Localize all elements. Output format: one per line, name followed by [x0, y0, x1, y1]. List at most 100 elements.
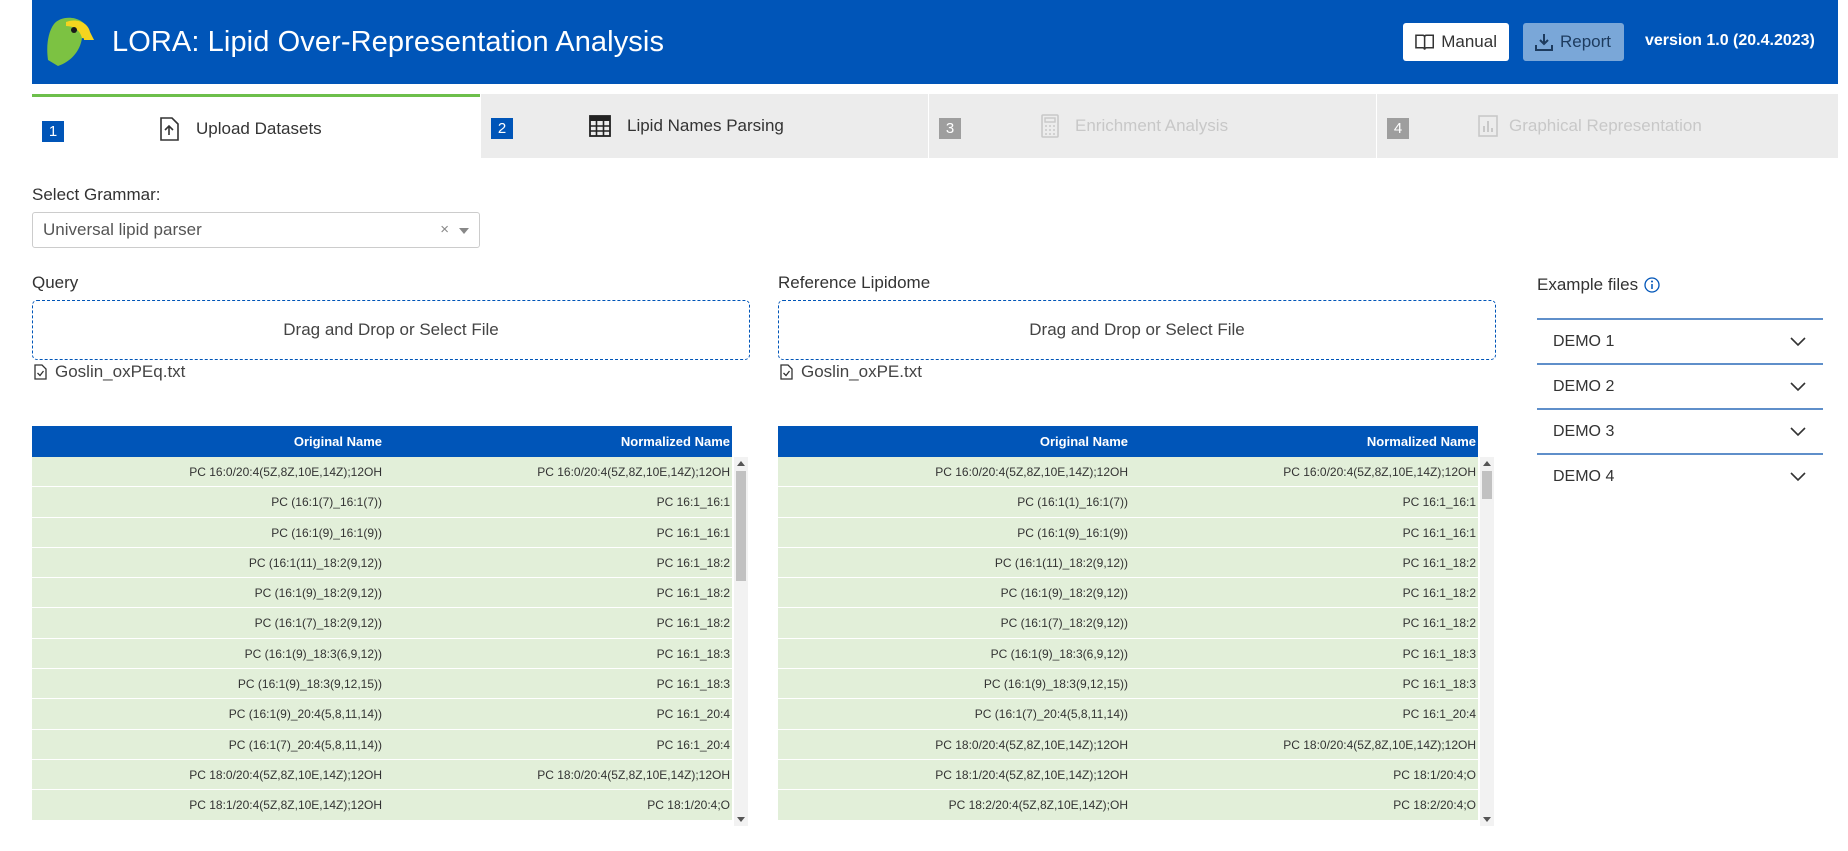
- report-button[interactable]: Report: [1523, 23, 1624, 61]
- accordion-item-demo-1[interactable]: DEMO 1: [1537, 318, 1823, 363]
- normalized-name-cell: PC 16:1_18:2: [1402, 616, 1476, 631]
- column-original-name[interactable]: Original Name: [294, 434, 382, 449]
- table-header: Original Name Normalized Name: [32, 426, 732, 457]
- chevron-down-icon[interactable]: [459, 228, 469, 234]
- chevron-down-icon[interactable]: [1789, 467, 1807, 485]
- table-row[interactable]: PC (16:1(9)_18:2(9,12)) PC 16:1_18:2: [32, 578, 732, 609]
- table-row[interactable]: PC (16:1(9)_18:3(9,12,15)) PC 16:1_18:3: [778, 669, 1478, 700]
- grammar-select[interactable]: Universal lipid parser ×: [32, 212, 480, 248]
- normalized-name-cell: PC 16:1_20:4: [656, 707, 730, 722]
- tab-graphical-representation: 4 Graphical Representation: [1377, 94, 1838, 158]
- normalized-name-cell: PC 18:0/20:4(5Z,8Z,10E,14Z);12OH: [1283, 737, 1476, 752]
- normalized-name-cell: PC 16:1_16:1: [1402, 525, 1476, 540]
- normalized-name-cell: PC 16:0/20:4(5Z,8Z,10E,14Z);12OH: [1283, 465, 1476, 479]
- scroll-down-icon[interactable]: [1483, 817, 1491, 822]
- table-row[interactable]: PC (16:1(11)_18:2(9,12)) PC 16:1_18:2: [778, 547, 1478, 579]
- normalized-name-cell: PC 18:2/20:4;O: [1393, 798, 1476, 813]
- normalized-name-cell: PC 18:1/20:4;O: [1393, 767, 1476, 782]
- info-icon[interactable]: [1644, 277, 1660, 293]
- original-name-cell: PC (16:1(9)_18:2(9,12)): [1000, 586, 1128, 601]
- table-header: Original Name Normalized Name: [778, 426, 1478, 457]
- original-name-cell: PC 16:0/20:4(5Z,8Z,10E,14Z);12OH: [935, 465, 1128, 479]
- query-dropzone[interactable]: Drag and Drop or Select File: [32, 300, 750, 360]
- query-file: Goslin_oxPEq.txt: [34, 362, 185, 382]
- example-files-label: Example files: [1537, 275, 1639, 294]
- scroll-up-icon[interactable]: [1483, 461, 1491, 466]
- query-file-name: Goslin_oxPEq.txt: [55, 362, 186, 381]
- tab-upload-datasets[interactable]: 1 Upload Datasets: [32, 94, 480, 158]
- query-table: Original Name Normalized Name PC 16:0/20…: [32, 426, 750, 826]
- original-name-cell: PC (16:1(9)_18:2(9,12)): [254, 586, 382, 601]
- scroll-up-icon[interactable]: [737, 461, 745, 466]
- bar-chart-icon: [1478, 115, 1498, 137]
- app-title: LORA: Lipid Over-Representation Analysis: [112, 26, 665, 58]
- table-row[interactable]: PC (16:1(9)_18:3(6,9,12)) PC 16:1_18:3: [778, 638, 1478, 670]
- normalized-name-cell: PC 16:1_18:2: [656, 586, 730, 601]
- accordion-item-demo-3[interactable]: DEMO 3: [1537, 408, 1823, 453]
- normalized-name-cell: PC 16:1_18:2: [656, 616, 730, 631]
- accordion-label: DEMO 2: [1553, 377, 1615, 395]
- normalized-name-cell: PC 16:1_18:2: [1402, 586, 1476, 601]
- table-row[interactable]: PC 18:0/20:4(5Z,8Z,10E,14Z);12OH PC 18:0/…: [778, 729, 1478, 760]
- chevron-down-icon[interactable]: [1789, 422, 1807, 440]
- table-row[interactable]: PC (16:1(9)_18:3(6,9,12)) PC 16:1_18:3: [32, 638, 732, 670]
- chevron-down-icon[interactable]: [1789, 332, 1807, 350]
- original-name-cell: PC (16:1(9)_16:1(9)): [1017, 525, 1128, 540]
- step-number: 2: [491, 118, 513, 139]
- original-name-cell: PC (16:1(9)_18:3(6,9,12)): [244, 646, 382, 661]
- original-name-cell: PC (16:1(9)_18:3(9,12,15)): [983, 677, 1128, 692]
- accordion-label: DEMO 4: [1553, 467, 1615, 485]
- app-header: LORA: Lipid Over-Representation Analysis…: [32, 0, 1838, 84]
- original-name-cell: PC (16:1(9)_16:1(9)): [271, 525, 382, 540]
- manual-button[interactable]: Manual: [1403, 23, 1509, 61]
- table-row[interactable]: PC (16:1(9)_16:1(9)) PC 16:1_16:1: [32, 517, 732, 548]
- table-row[interactable]: PC 18:1/20:4(5Z,8Z,10E,14Z);12OH PC 18:1/…: [778, 759, 1478, 791]
- chevron-down-icon[interactable]: [1789, 377, 1807, 395]
- column-original-name[interactable]: Original Name: [1040, 434, 1128, 449]
- accordion-item-demo-4[interactable]: DEMO 4: [1537, 453, 1823, 498]
- column-normalized-name[interactable]: Normalized Name: [1367, 434, 1476, 449]
- table-row[interactable]: PC (16:1(9)_18:2(9,12)) PC 16:1_18:2: [778, 578, 1478, 609]
- step-number: 4: [1387, 118, 1409, 139]
- original-name-cell: PC 16:0/20:4(5Z,8Z,10E,14Z);12OH: [189, 465, 382, 479]
- accordion-label: DEMO 1: [1553, 332, 1615, 350]
- example-files-title: Example files: [1537, 275, 1660, 295]
- scroll-thumb[interactable]: [1482, 471, 1492, 499]
- accordion-item-demo-2[interactable]: DEMO 2: [1537, 363, 1823, 408]
- calculator-icon: [1041, 114, 1059, 138]
- clear-selection-button[interactable]: ×: [440, 221, 449, 238]
- normalized-name-cell: PC 16:1_18:3: [656, 646, 730, 661]
- table-row[interactable]: PC (16:1(7)_18:2(9,12)) PC 16:1_18:2: [778, 608, 1478, 639]
- download-icon: [1535, 34, 1553, 51]
- scroll-thumb[interactable]: [736, 471, 746, 581]
- file-check-icon: [34, 364, 47, 380]
- normalized-name-cell: PC 16:1_16:1: [656, 495, 730, 510]
- table-row[interactable]: PC 16:0/20:4(5Z,8Z,10E,14Z);12OH PC 16:0/…: [778, 457, 1478, 488]
- table-row[interactable]: PC (16:1(7)_18:2(9,12)) PC 16:1_18:2: [32, 608, 732, 639]
- grammar-label: Select Grammar:: [32, 185, 161, 204]
- file-check-icon: [780, 364, 793, 380]
- version-label: version 1.0 (20.4.2023): [1645, 32, 1815, 49]
- table-row[interactable]: PC (16:1(11)_18:2(9,12)) PC 16:1_18:2: [32, 547, 732, 579]
- original-name-cell: PC 18:1/20:4(5Z,8Z,10E,14Z);12OH: [935, 767, 1128, 782]
- vertical-scrollbar[interactable]: [734, 457, 748, 826]
- reference-file-name: Goslin_oxPE.txt: [801, 362, 922, 381]
- scroll-down-icon[interactable]: [737, 817, 745, 822]
- table-row[interactable]: PC 16:0/20:4(5Z,8Z,10E,14Z);12OH PC 16:0/…: [32, 457, 732, 488]
- table-row[interactable]: PC 18:2/20:4(5Z,8Z,10E,14Z);OH PC 18:2/20…: [778, 790, 1478, 821]
- table-row[interactable]: PC 18:0/20:4(5Z,8Z,10E,14Z);12OH PC 18:0/…: [32, 759, 732, 791]
- table-row[interactable]: PC (16:1(7)_16:1(7)) PC 16:1_16:1: [32, 487, 732, 518]
- reference-dropzone[interactable]: Drag and Drop or Select File: [778, 300, 1496, 360]
- table-row[interactable]: PC (16:1(1)_16:1(7)) PC 16:1_16:1: [778, 487, 1478, 518]
- vertical-scrollbar[interactable]: [1480, 457, 1494, 826]
- table-row[interactable]: PC (16:1(9)_18:3(9,12,15)) PC 16:1_18:3: [32, 669, 732, 700]
- table-row[interactable]: PC (16:1(9)_16:1(9)) PC 16:1_16:1: [778, 517, 1478, 548]
- table-row[interactable]: PC (16:1(9)_20:4(5,8,11,14)) PC 16:1_20:4: [32, 699, 732, 730]
- table-row[interactable]: PC (16:1(7)_20:4(5,8,11,14)) PC 16:1_20:4: [778, 699, 1478, 730]
- table-row[interactable]: PC 18:1/20:4(5Z,8Z,10E,14Z);12OH PC 18:1/…: [32, 790, 732, 821]
- tab-lipid-names-parsing[interactable]: 2 Lipid Names Parsing: [481, 94, 928, 158]
- column-normalized-name[interactable]: Normalized Name: [621, 434, 730, 449]
- table-row[interactable]: PC (16:1(7)_20:4(5,8,11,14)) PC 16:1_20:4: [32, 729, 732, 760]
- original-name-cell: PC (16:1(1)_16:1(7)): [1017, 495, 1128, 510]
- normalized-name-cell: PC 16:1_18:3: [656, 677, 730, 692]
